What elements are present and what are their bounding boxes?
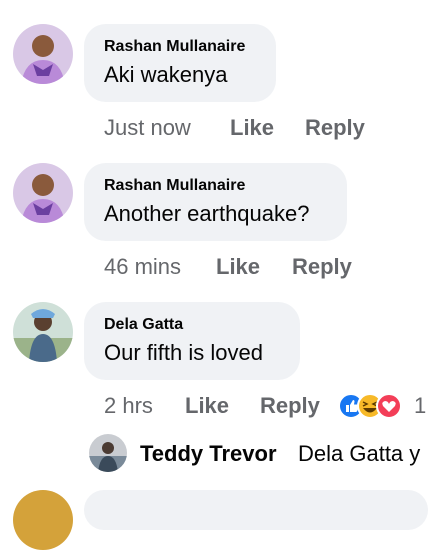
love-reaction-icon	[376, 393, 402, 419]
comment-timestamp[interactable]: 2 hrs	[104, 393, 153, 419]
reply-author[interactable]: Teddy Trevor	[140, 441, 277, 467]
comment-text: Another earthquake?	[104, 201, 310, 226]
comment-author[interactable]: Dela Gatta	[104, 316, 183, 334]
comment-bubble	[84, 490, 428, 530]
comment-author[interactable]: Rashan Mullanaire	[104, 177, 245, 195]
reply-preview-text[interactable]: Dela Gatta y	[298, 441, 420, 467]
comment-text: Aki wakenya	[104, 62, 228, 87]
reply-button[interactable]: Reply	[260, 393, 320, 419]
like-button[interactable]: Like	[216, 254, 260, 280]
reply-button[interactable]: Reply	[292, 254, 352, 280]
comment-timestamp[interactable]: Just now	[104, 115, 191, 141]
avatar-rashan-mullanaire[interactable]	[13, 24, 73, 84]
reply-button[interactable]: Reply	[305, 115, 365, 141]
comment-text: Our fifth is loved	[104, 340, 263, 365]
like-button[interactable]: Like	[185, 393, 229, 419]
avatar-rashan-mullanaire[interactable]	[13, 163, 73, 223]
comment-timestamp[interactable]: 46 mins	[104, 254, 181, 280]
reaction-summary[interactable]	[338, 393, 410, 419]
comment-author[interactable]: Rashan Mullanaire	[104, 38, 245, 56]
reaction-count[interactable]: 1	[414, 393, 426, 419]
avatar-teddy-trevor[interactable]	[89, 434, 127, 472]
like-button[interactable]: Like	[230, 115, 274, 141]
avatar-dela-gatta[interactable]	[13, 302, 73, 362]
avatar-partial[interactable]	[13, 490, 73, 550]
